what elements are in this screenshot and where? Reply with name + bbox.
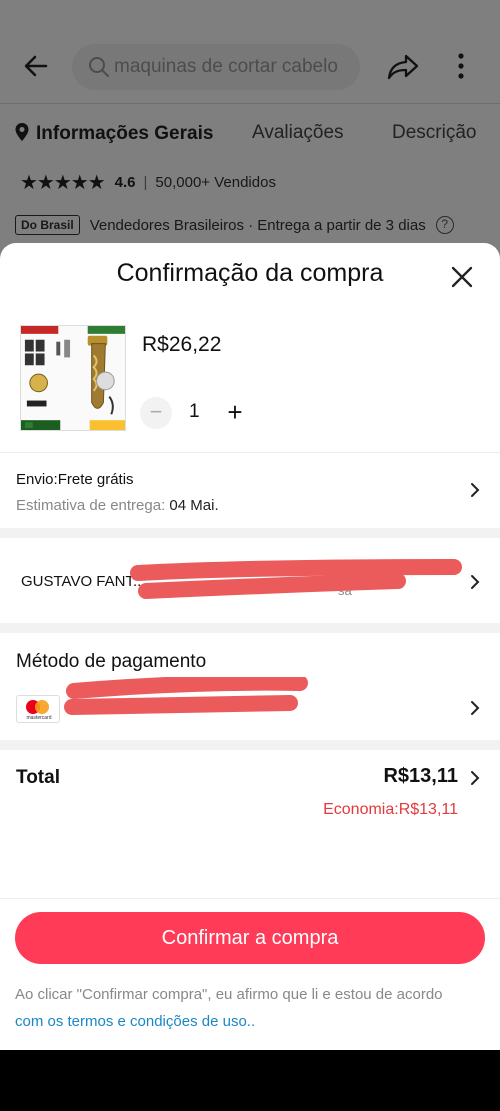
mastercard-icon: mastercard [16, 695, 60, 723]
delivery-estimate-label: Estimativa de entrega: [16, 497, 170, 514]
redaction-scribble [64, 677, 308, 715]
delivery-date: 04 Mai. [169, 497, 219, 514]
legal-notice: Ao clicar "Confirmar compra", eu afirmo … [15, 981, 465, 1035]
confirm-purchase-button[interactable]: Confirmar a compra [15, 912, 485, 964]
total-label: Total [16, 767, 60, 788]
shipping-method: Envio:Frete grátis [16, 471, 134, 488]
purchase-confirmation-sheet: Confirmação da compra R$26,22 − 1 + Envi… [0, 243, 500, 1050]
chevron-right-icon [471, 575, 480, 589]
quantity-increase-button[interactable]: + [220, 397, 250, 429]
shipping-row[interactable]: Envio:Frete grátis Estimativa de entrega… [0, 453, 500, 527]
total-row[interactable]: Total R$13,11 Economia:R$13,11 [0, 751, 500, 901]
section-divider [0, 740, 500, 750]
quantity-value: 1 [189, 401, 200, 422]
product-price: R$26,22 [142, 333, 222, 356]
legal-text: Ao clicar "Confirmar compra", eu afirmo … [15, 986, 443, 1003]
quantity-decrease-button[interactable]: − [140, 397, 172, 429]
section-divider [0, 623, 500, 633]
terms-link[interactable]: com os termos e condições de uso.. [15, 1013, 255, 1030]
sheet-title: Confirmação da compra [116, 259, 384, 287]
total-value: R$13,11 [383, 765, 458, 787]
section-divider [0, 528, 500, 538]
redaction-scribble [130, 559, 462, 599]
economy-text: Economia:R$13,11 [323, 801, 458, 818]
close-icon[interactable] [448, 263, 476, 291]
payment-method-title: Método de pagamento [16, 651, 207, 672]
recipient-name: GUSTAVO FANT... [21, 573, 146, 590]
delivery-estimate: Estimativa de entrega: 04 Mai. [16, 497, 219, 514]
product-image [20, 325, 126, 431]
chevron-right-icon [471, 701, 480, 715]
chevron-right-icon [471, 771, 480, 785]
card-brand-label: mastercard [26, 715, 52, 721]
address-row[interactable]: GUSTAVO FANT... sa [0, 539, 500, 623]
chevron-right-icon [471, 483, 480, 497]
divider [0, 898, 500, 899]
payment-method-row[interactable]: Método de pagamento mastercard [0, 633, 500, 741]
